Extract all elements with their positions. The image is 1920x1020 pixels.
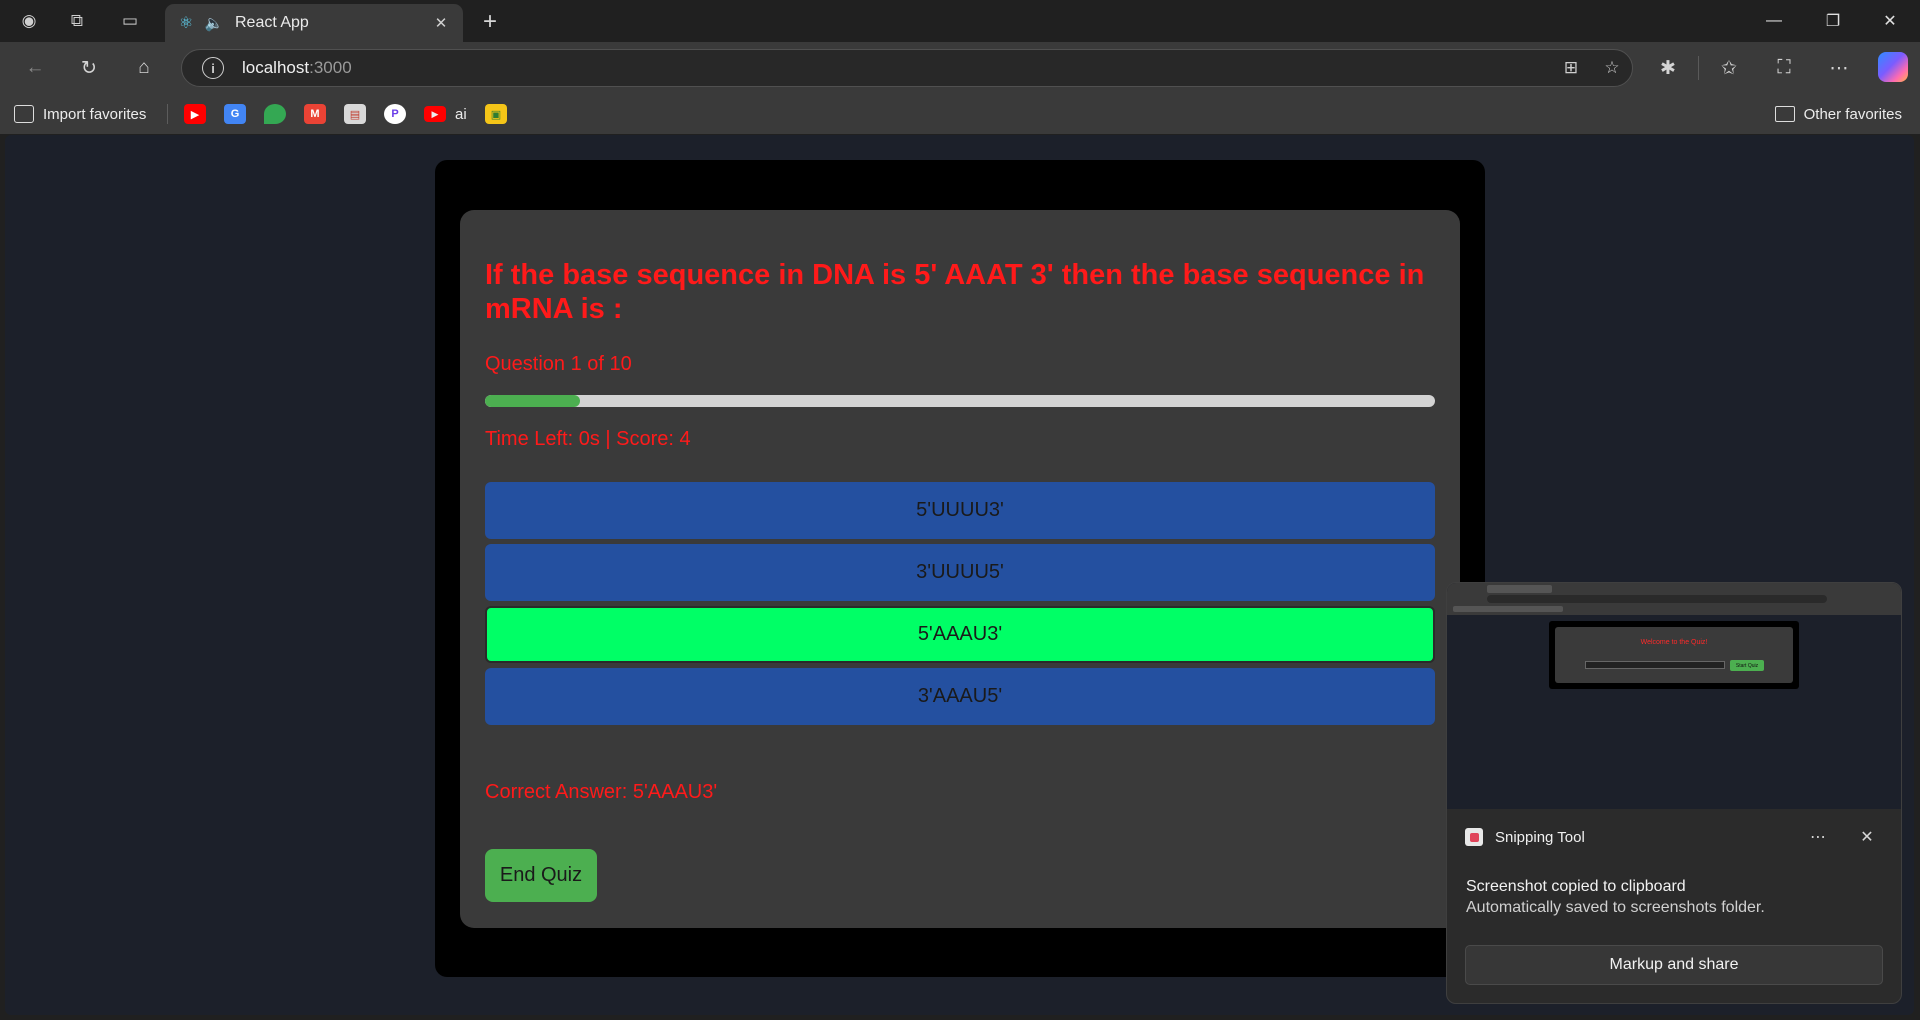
tab-react-app[interactable]: ⚛ 🔈 React App ✕ [165, 4, 463, 42]
thumbnail-browser-chrome [1447, 583, 1901, 615]
snipping-tool-notification[interactable]: Welcome to the Quiz! Start Quiz Snipping… [1446, 582, 1902, 1004]
more-icon[interactable]: ⋯ [1822, 52, 1856, 84]
correct-answer-text: Correct Answer: 5'AAAU3' [485, 781, 718, 803]
folder-icon [1774, 106, 1795, 122]
thumbnail-address-bar [1487, 595, 1827, 603]
option-button-3-correct[interactable]: 5'AAAU3' [485, 606, 1435, 663]
refresh-button[interactable]: ↻ [72, 52, 106, 84]
favorite-ai-label: ai [455, 105, 467, 123]
other-favorites-label: Other favorites [1803, 105, 1902, 123]
quiz-container: If the base sequence in DNA is 5' AAAT 3… [435, 160, 1485, 977]
speaker-icon[interactable]: 🔈 [201, 12, 227, 34]
snipping-tool-icon [1465, 828, 1483, 846]
favorite-star-icon[interactable]: ☆ [1598, 55, 1626, 81]
copilot-icon[interactable] [1878, 52, 1908, 82]
minimize-button[interactable]: — [1746, 0, 1802, 42]
thumbnail-quiz-card: Welcome to the Quiz! Start Quiz [1555, 627, 1793, 683]
thumbnail-quiz-container: Welcome to the Quiz! Start Quiz [1549, 621, 1799, 689]
close-tab-icon[interactable]: ✕ [429, 11, 453, 35]
markup-and-share-button[interactable]: Markup and share [1465, 945, 1883, 985]
p-site-icon[interactable]: P [384, 104, 406, 124]
google-maps-icon[interactable] [264, 104, 286, 124]
other-favorites-button[interactable]: Other favorites [1774, 102, 1902, 126]
gmail-icon[interactable]: M [304, 104, 326, 124]
google-translate-icon[interactable]: G [224, 104, 246, 124]
end-quiz-button[interactable]: End Quiz [485, 849, 597, 902]
option-button-4[interactable]: 3'AAAU5' [485, 668, 1435, 725]
screenshot-thumbnail[interactable]: Welcome to the Quiz! Start Quiz [1447, 583, 1901, 809]
favorites-bar: Import favorites ▶ G M ▤ P ▶ ai ▣ Other … [0, 94, 1920, 134]
toast-close-icon[interactable]: ✕ [1852, 823, 1882, 851]
import-favorites-button[interactable]: Import favorites [14, 102, 146, 126]
timer-score-text: Time Left: 0s | Score: 4 [485, 428, 691, 450]
import-favorites-label: Import favorites [43, 105, 147, 123]
profile-icon[interactable]: ◉ [14, 7, 44, 35]
question-counter: Question 1 of 10 [485, 353, 632, 375]
favorite-ai[interactable]: ▶ ai [424, 104, 467, 124]
address-bar[interactable]: i localhost:3000 ⊞ ☆ [181, 49, 1633, 87]
tab-title: React App [235, 14, 309, 31]
extensions-icon[interactable]: ✱ [1651, 52, 1685, 84]
progress-bar [485, 395, 1435, 407]
import-icon [14, 105, 34, 123]
progress-fill [485, 395, 580, 407]
tab-strip: ◉ ⧉ ▭ ⚛ 🔈 React App ✕ + — ❐ ✕ [0, 0, 1920, 42]
thumbnail-start-button: Start Quiz [1730, 660, 1764, 671]
option-button-2[interactable]: 3'UUUU5' [485, 544, 1435, 601]
toolbar-divider [1698, 56, 1699, 80]
react-icon: ⚛ [178, 15, 194, 32]
thumbnail-title: Welcome to the Quiz! [1640, 639, 1708, 646]
restore-button[interactable]: ❐ [1805, 0, 1861, 42]
photos-icon[interactable]: ▣ [485, 104, 507, 124]
toast-message-body: Automatically saved to screenshots folde… [1466, 899, 1765, 916]
thumbnail-favorites-bar [1453, 606, 1563, 612]
toast-more-icon[interactable]: ⋯ [1803, 823, 1833, 851]
youtube-icon[interactable]: ▶ [184, 104, 206, 124]
question-text: If the base sequence in DNA is 5' AAAT 3… [485, 259, 1425, 325]
quiz-card: If the base sequence in DNA is 5' AAAT 3… [460, 210, 1460, 928]
toast-header: Snipping Tool [1447, 809, 1901, 865]
favorites-icon[interactable]: ✩ [1712, 52, 1746, 84]
url-text: localhost:3000 [242, 58, 352, 77]
tab-actions-icon[interactable]: ▭ [115, 7, 145, 35]
address-toolbar: ← ↻ ⌂ i localhost:3000 ⊞ ☆ ✱ ✩ ⛶ ⋯ [0, 42, 1920, 94]
toast-message-title: Screenshot copied to clipboard [1466, 878, 1686, 895]
site-info-icon[interactable]: i [202, 57, 224, 79]
home-button[interactable]: ⌂ [127, 52, 161, 84]
screenshot-icon[interactable]: ⛶ [1767, 52, 1801, 84]
thumbnail-tab [1487, 585, 1552, 593]
app-available-icon[interactable]: ⊞ [1557, 55, 1585, 81]
toast-app-name: Snipping Tool [1495, 828, 1585, 846]
workspaces-icon[interactable]: ⧉ [62, 7, 92, 35]
close-window-button[interactable]: ✕ [1862, 0, 1918, 42]
option-button-1[interactable]: 5'UUUU3' [485, 482, 1435, 539]
favorites-divider [167, 104, 168, 124]
back-button[interactable]: ← [18, 52, 52, 84]
youtube-ai-icon: ▶ [424, 106, 446, 122]
thumbnail-input [1585, 661, 1725, 669]
new-tab-button[interactable]: + [475, 8, 505, 36]
bookmark-site-icon[interactable]: ▤ [344, 104, 366, 124]
